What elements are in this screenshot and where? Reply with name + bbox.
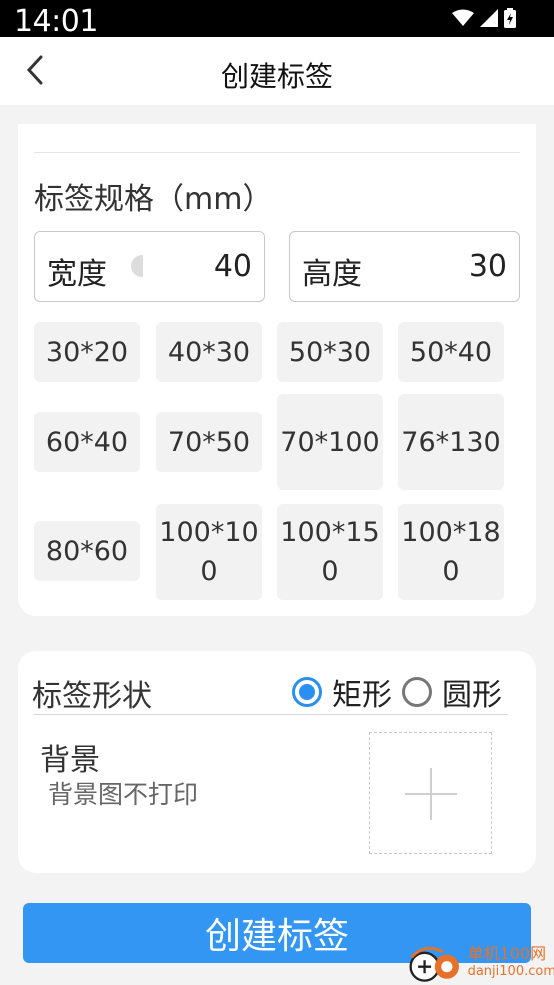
- width-field[interactable]: 宽度: [34, 231, 265, 302]
- size-preset-40x30[interactable]: 40*30: [156, 322, 262, 382]
- size-preset-50x30[interactable]: 50*30: [277, 322, 383, 382]
- height-label: 高度: [302, 257, 362, 292]
- circle-radio[interactable]: [402, 677, 432, 707]
- status-bar: 14:01: [0, 0, 554, 39]
- rectangle-radio[interactable]: [292, 677, 322, 707]
- size-preset-70x100[interactable]: 70*100: [277, 394, 383, 490]
- status-time: 14:01: [14, 4, 98, 39]
- background-subtitle: 背景图不打印: [48, 780, 199, 809]
- watermark: 单机100网 danji100.com: [406, 940, 554, 985]
- width-input[interactable]: [142, 246, 252, 286]
- size-preset-70x50[interactable]: 70*50: [156, 412, 262, 472]
- divider: [34, 714, 508, 715]
- size-preset-60x40[interactable]: 60*40: [34, 412, 140, 472]
- size-preset-80x60[interactable]: 80*60: [34, 521, 140, 581]
- width-label: 宽度: [47, 257, 107, 292]
- watermark-cn: 单机100网: [467, 943, 547, 963]
- size-preset-100x100[interactable]: 100*100: [156, 504, 262, 600]
- watermark-en: danji100.com: [467, 963, 554, 979]
- shape-radio-group: 矩形 圆形: [292, 670, 508, 714]
- status-icons: [452, 8, 516, 28]
- battery-icon: [504, 8, 516, 28]
- label-shape-card: 标签形状 矩形 圆形 背景 背景图不打印: [18, 651, 536, 873]
- divider: [34, 152, 520, 153]
- size-preset-50x40[interactable]: 50*40: [398, 322, 504, 382]
- size-preset-100x180[interactable]: 100*180: [398, 504, 504, 600]
- rectangle-label[interactable]: 矩形: [332, 670, 392, 714]
- wifi-icon: [452, 9, 474, 26]
- size-preset-76x130[interactable]: 76*130: [398, 394, 504, 490]
- app-header: 创建标签: [0, 37, 554, 105]
- label-spec-card: 标签规格（mm） 宽度 高度 30*20 40*30 50*30 50*40 6…: [18, 124, 536, 616]
- spec-section-title: 标签规格（mm）: [34, 182, 273, 217]
- height-field[interactable]: 高度: [289, 231, 520, 302]
- size-preset-100x150[interactable]: 100*150: [277, 504, 383, 600]
- size-preset-30x20[interactable]: 30*20: [34, 322, 140, 382]
- height-input[interactable]: [397, 246, 507, 286]
- watermark-logo-icon: [409, 946, 459, 982]
- shape-section-title: 标签形状: [32, 679, 152, 714]
- circle-label[interactable]: 圆形: [442, 670, 502, 714]
- background-title: 背景: [40, 743, 100, 778]
- signal-icon: [480, 9, 498, 27]
- add-background-button[interactable]: [369, 732, 492, 854]
- page-title: 创建标签: [220, 60, 333, 93]
